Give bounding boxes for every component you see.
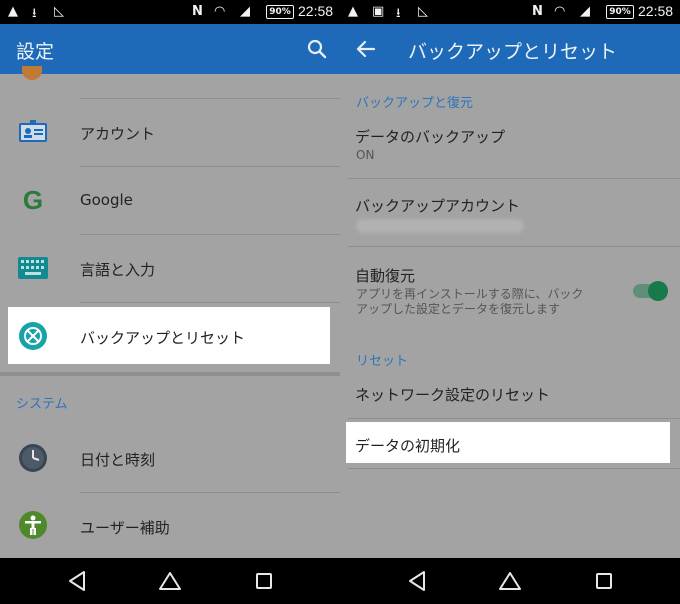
divider bbox=[80, 302, 340, 303]
section-header-system: システム bbox=[16, 397, 68, 412]
settings-item-google[interactable]: G Google bbox=[0, 168, 340, 234]
backup-reset-icon bbox=[18, 321, 48, 351]
settings-item-account[interactable]: アカウント bbox=[0, 100, 340, 166]
settings-item-accessibility[interactable]: ユーザー補助 bbox=[0, 494, 340, 558]
recents-nav-icon[interactable] bbox=[251, 568, 277, 594]
divider bbox=[348, 246, 680, 247]
divider bbox=[80, 166, 340, 167]
settings-item-label: Google bbox=[80, 191, 133, 209]
back-nav-icon[interactable] bbox=[404, 568, 430, 594]
home-nav-icon[interactable] bbox=[497, 568, 523, 594]
accessibility-icon bbox=[18, 510, 48, 540]
divider bbox=[80, 234, 340, 235]
back-arrow-icon[interactable] bbox=[356, 40, 376, 58]
recents-nav-icon[interactable] bbox=[591, 568, 617, 594]
toggle-thumb bbox=[648, 281, 668, 301]
back-nav-icon[interactable] bbox=[64, 568, 90, 594]
search-icon[interactable] bbox=[306, 38, 328, 60]
page-title: 設定 bbox=[16, 41, 55, 63]
status-bar: ▲ ⭳ ◺ N ◠ ◢ 90% 22:58 bbox=[0, 0, 340, 24]
warning-icon: ▲ bbox=[8, 4, 18, 19]
section-header-reset: リセット bbox=[356, 354, 409, 369]
signal-icon: ◺ bbox=[54, 4, 64, 19]
auto-restore-desc-line1: アプリを再インストールする際に、バック bbox=[356, 287, 584, 301]
keyboard-icon bbox=[18, 253, 48, 283]
battery-indicator: 90% bbox=[606, 5, 634, 19]
download-icon: ⭳ bbox=[32, 6, 37, 21]
settings-item-label: 言語と入力 bbox=[80, 261, 156, 279]
settings-item-label: バックアップとリセット bbox=[80, 329, 246, 347]
wifi-icon: ◠ bbox=[214, 4, 226, 19]
settings-item-label: アカウント bbox=[80, 125, 156, 143]
clock-text: 22:58 bbox=[298, 3, 334, 19]
network-reset-title: ネットワーク設定のリセット bbox=[355, 386, 551, 404]
divider bbox=[348, 468, 680, 469]
page-title: バックアップとリセット bbox=[408, 41, 618, 63]
clock-text: 22:58 bbox=[638, 3, 674, 19]
wifi-icon: ◠ bbox=[554, 4, 566, 19]
home-nav-icon[interactable] bbox=[157, 568, 183, 594]
app-bar: 設定 bbox=[0, 24, 340, 74]
download-icon: ⭳ bbox=[396, 6, 401, 21]
blurred-account-email bbox=[356, 219, 524, 233]
data-backup-title: データのバックアップ bbox=[355, 128, 506, 146]
navigation-bar bbox=[0, 558, 680, 604]
settings-item-label: 日付と時刻 bbox=[80, 451, 156, 469]
partial-icon bbox=[22, 66, 42, 80]
auto-restore-desc-line2: アップした設定とデータを復元します bbox=[356, 302, 561, 316]
factory-reset-title: データの初期化 bbox=[355, 437, 461, 455]
auto-restore-title: 自動復元 bbox=[355, 267, 416, 285]
section-header-backup: バックアップと復元 bbox=[356, 96, 474, 111]
divider bbox=[348, 178, 680, 179]
image-icon: ▣ bbox=[372, 4, 385, 19]
section-separator bbox=[0, 372, 340, 376]
app-bar: バックアップとリセット bbox=[340, 24, 680, 74]
cell-signal-icon: ◢ bbox=[580, 4, 590, 19]
divider bbox=[348, 418, 680, 419]
nfc-icon: N bbox=[192, 4, 203, 19]
nfc-icon: N bbox=[532, 4, 543, 19]
divider bbox=[80, 492, 340, 493]
settings-screen: ▲ ⭳ ◺ N ◠ ◢ 90% 22:58 設定 アカウント G Google … bbox=[0, 0, 340, 558]
settings-item-date-time[interactable]: 日付と時刻 bbox=[0, 426, 340, 492]
settings-item-language[interactable]: 言語と入力 bbox=[0, 236, 340, 302]
auto-restore-toggle[interactable] bbox=[633, 281, 668, 301]
status-bar: ▲ ▣ ⭳ ◺ N ◠ ◢ 90% 22:58 bbox=[340, 0, 680, 24]
battery-indicator: 90% bbox=[266, 5, 294, 19]
backup-account-title: バックアップアカウント bbox=[355, 197, 521, 215]
settings-item-label: ユーザー補助 bbox=[80, 519, 170, 537]
google-g-icon: G bbox=[22, 184, 44, 215]
signal-icon: ◺ bbox=[418, 4, 428, 19]
data-backup-value: ON bbox=[356, 148, 375, 162]
divider bbox=[80, 98, 340, 99]
cell-signal-icon: ◢ bbox=[240, 4, 250, 19]
warning-icon: ▲ bbox=[348, 4, 358, 19]
account-card-icon bbox=[18, 117, 48, 147]
clock-icon bbox=[18, 443, 48, 473]
